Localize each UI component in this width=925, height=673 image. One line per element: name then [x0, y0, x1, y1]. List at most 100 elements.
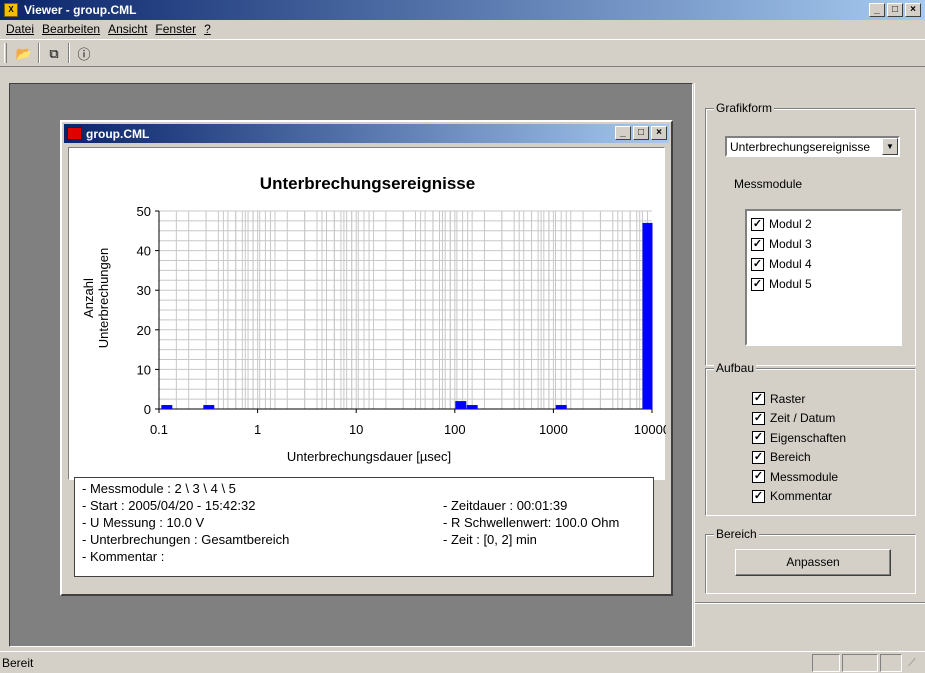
- checkbox-checked-icon[interactable]: ✓: [751, 237, 764, 251]
- open-folder-button[interactable]: 📂: [13, 43, 35, 64]
- app-icon[interactable]: X: [4, 3, 18, 17]
- checkbox-checked-icon[interactable]: ✓: [751, 277, 764, 291]
- status-bar: Bereit ⟋: [0, 651, 925, 673]
- module-label: Modul 5: [769, 277, 812, 291]
- child-title: group.CML: [86, 127, 150, 141]
- module-label: Modul 4: [769, 257, 812, 271]
- checkbox-checked-icon[interactable]: ✓: [752, 489, 765, 503]
- panel-divider: [695, 602, 925, 604]
- module-label: Modul 2: [769, 217, 812, 231]
- toolbar-separator: [38, 43, 40, 63]
- status-pane: [880, 654, 902, 672]
- module-item[interactable]: ✓ Modul 5: [747, 274, 900, 294]
- option-raster[interactable]: ✓ Raster: [748, 389, 846, 409]
- about-button[interactable]: ⓘ: [73, 43, 95, 64]
- checkbox-checked-icon[interactable]: ✓: [751, 257, 764, 271]
- x-tick-label: 10000: [634, 422, 666, 437]
- option-bereich[interactable]: ✓ Bereich: [748, 448, 846, 468]
- child-close-button[interactable]: ×: [651, 126, 667, 140]
- checkbox-checked-icon[interactable]: ✓: [752, 431, 765, 445]
- x-tick-label: 100: [444, 422, 466, 437]
- menu-fenster[interactable]: Fenster: [153, 20, 202, 39]
- x-axis-title: Unterbrechungsdauer [µsec]: [286, 449, 452, 464]
- checkbox-checked-icon[interactable]: ✓: [752, 470, 765, 484]
- toolbar-separator: [68, 43, 70, 63]
- y-tick-label: 10: [137, 362, 151, 377]
- child-maximize-button[interactable]: □: [633, 126, 649, 140]
- chart-plot: 0 10 20 30 40 50 0.1 1 10 100 1000 10000: [137, 204, 666, 437]
- grafikform-select[interactable]: Unterbrechungsereignisse ▼: [725, 136, 900, 157]
- close-button[interactable]: ×: [905, 3, 921, 17]
- chart-bar: [555, 405, 567, 409]
- info-messmodule: - Messmodule : 2 \ 3 \ 4 \ 5: [82, 481, 236, 496]
- child-title-bar[interactable]: group.CML _ □ ×: [64, 124, 669, 143]
- info-start: - Start : 2005/04/20 - 15:42:32: [82, 498, 256, 513]
- chart-bar: [642, 222, 653, 409]
- child-minimize-button[interactable]: _: [615, 126, 631, 140]
- option-kommentar[interactable]: ✓ Kommentar: [748, 487, 846, 507]
- menu-bearbeiten[interactable]: Bearbeiten: [40, 20, 106, 39]
- minimize-button[interactable]: _: [869, 3, 885, 17]
- module-item[interactable]: ✓ Modul 4: [747, 254, 900, 274]
- open-folder-icon: 📂: [15, 45, 33, 61]
- option-label: Raster: [770, 391, 806, 406]
- aufbau-group: Aufbau ✓ Raster ✓ Zeit / Datum ✓ Eigensc…: [705, 361, 916, 516]
- module-list[interactable]: ✓ Modul 2 ✓ Modul 3 ✓ Modul 4 ✓ Modul 5: [745, 209, 902, 346]
- grafikform-label: Grafikform: [714, 101, 775, 115]
- info-zeit: - Zeit : [0, 2] min: [443, 532, 537, 547]
- resize-grip-icon[interactable]: ⟋: [908, 657, 922, 671]
- document-icon[interactable]: [67, 127, 82, 140]
- copy-icon: ⧉: [49, 45, 59, 61]
- app-title-bar[interactable]: X Viewer - group.CML _ □ ×: [0, 0, 925, 20]
- y-tick-label: 20: [137, 323, 151, 338]
- chart-bar: [466, 405, 478, 409]
- menu-help[interactable]: ?: [202, 20, 217, 39]
- y-tick-label: 30: [137, 283, 151, 298]
- settings-panel: Grafikform Unterbrechungsereignisse ▼ Me…: [694, 83, 925, 647]
- checkbox-checked-icon[interactable]: ✓: [751, 217, 764, 231]
- info-r-schwellenwert: - R Schwellenwert: 100.0 Ohm: [443, 515, 620, 530]
- anpassen-button[interactable]: Anpassen: [735, 549, 891, 576]
- child-window: group.CML _ □ × Unterbrechungsereignisse…: [60, 120, 673, 596]
- toolbar-grip[interactable]: [4, 43, 7, 63]
- bereich-label: Bereich: [714, 527, 759, 541]
- maximize-button[interactable]: □: [887, 3, 903, 17]
- chart-bar: [203, 405, 215, 409]
- option-eigenschaften[interactable]: ✓ Eigenschaften: [748, 428, 846, 448]
- menu-bar: Datei Bearbeiten Ansicht Fenster ?: [0, 20, 925, 39]
- module-label: Modul 3: [769, 237, 812, 251]
- menu-datei[interactable]: Datei: [4, 20, 40, 39]
- info-u-messung: - U Messung : 10.0 V: [82, 515, 205, 530]
- module-item[interactable]: ✓ Modul 3: [747, 234, 900, 254]
- option-label: Bereich: [770, 450, 811, 465]
- option-label: Messmodule: [770, 469, 839, 484]
- x-tick-label: 1: [254, 422, 261, 437]
- chevron-down-icon[interactable]: ▼: [882, 138, 898, 155]
- option-label: Eigenschaften: [770, 430, 847, 445]
- option-label: Zeit / Datum: [770, 411, 836, 426]
- status-text: Bereit: [2, 656, 34, 670]
- module-item[interactable]: ✓ Modul 2: [747, 214, 900, 234]
- chart-bar: [161, 405, 173, 409]
- x-tick-label: 10: [349, 422, 363, 437]
- menu-ansicht[interactable]: Ansicht: [106, 20, 153, 39]
- info-box: - Messmodule : 2 \ 3 \ 4 \ 5 - Start : 2…: [74, 477, 654, 577]
- y-tick-label: 50: [137, 204, 151, 219]
- option-label: Kommentar: [770, 489, 833, 504]
- option-messmodule[interactable]: ✓ Messmodule: [748, 467, 846, 487]
- checkbox-checked-icon[interactable]: ✓: [752, 392, 765, 406]
- messmodule-label: Messmodule: [734, 177, 803, 191]
- status-pane: [842, 654, 878, 672]
- checkbox-checked-icon[interactable]: ✓: [752, 450, 765, 464]
- grafikform-group: Grafikform Unterbrechungsereignisse ▼ Me…: [705, 101, 916, 366]
- copy-button[interactable]: ⧉: [43, 43, 65, 64]
- option-zeit-datum[interactable]: ✓ Zeit / Datum: [748, 409, 846, 429]
- status-pane: [812, 654, 840, 672]
- app-title: Viewer - group.CML: [24, 3, 137, 17]
- info-kommentar: - Kommentar :: [82, 549, 165, 564]
- info-zeitdauer: - Zeitdauer : 00:01:39: [443, 498, 568, 513]
- x-tick-label: 1000: [539, 422, 568, 437]
- y-tick-label: 0: [144, 402, 151, 417]
- checkbox-checked-icon[interactable]: ✓: [752, 411, 765, 425]
- bereich-group: Bereich Anpassen: [705, 527, 916, 594]
